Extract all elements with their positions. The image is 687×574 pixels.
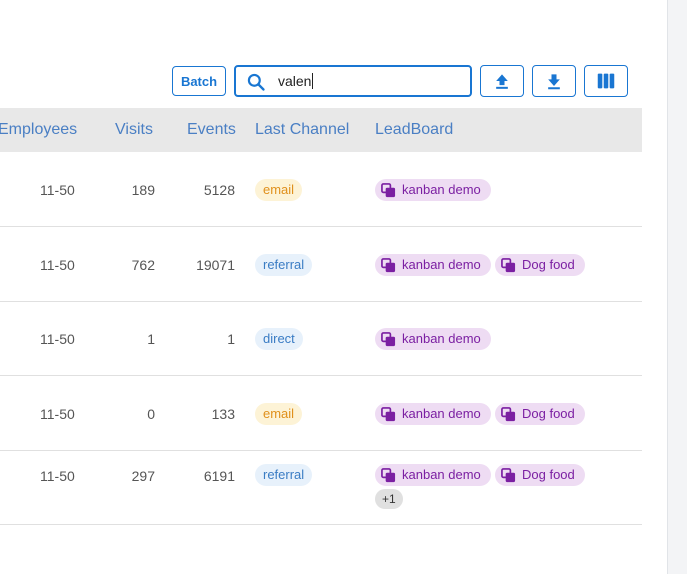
leadboard-chip[interactable]: Dog food [495, 254, 585, 276]
cell-events: 133 [211, 406, 235, 422]
channel-badge: referral [255, 254, 313, 276]
search-input[interactable]: valen [234, 65, 472, 97]
table-row[interactable]: 11-50 762 19071 referral kanban demo Dog food [0, 227, 642, 302]
batch-button[interactable]: Batch [172, 66, 226, 96]
table-header: Employees Visits Events Last Channel Lea… [0, 108, 642, 152]
channel-badge: email [255, 179, 303, 201]
cell-visits: 0 [147, 406, 155, 422]
cell-visits: 1 [147, 331, 155, 347]
cell-employees: 11-50 [40, 331, 75, 347]
columns-icon [597, 73, 615, 89]
board-copy-icon [381, 257, 396, 272]
download-button[interactable] [532, 65, 576, 97]
header-visits[interactable]: Visits [115, 121, 153, 139]
table-row[interactable]: 11-50 0 133 email kanban demo Dog food [0, 376, 642, 451]
board-copy-icon [381, 182, 396, 197]
text-caret [312, 73, 314, 89]
leadboard-chip[interactable]: kanban demo [375, 179, 491, 201]
cell-visits: 189 [131, 182, 155, 198]
cell-employees: 11-50 [40, 468, 75, 484]
table-row[interactable]: 11-50 297 6191 referral kanban demo Dog food +… [0, 451, 642, 525]
header-employees[interactable]: Employees [0, 121, 77, 139]
leadboard-chip[interactable]: Dog food [495, 464, 585, 486]
cell-events: 1 [227, 331, 235, 347]
leadboard-chip[interactable]: kanban demo [375, 464, 491, 486]
board-copy-icon [501, 257, 516, 272]
leadboard-chip-label: kanban demo [402, 331, 481, 346]
leadboard-chip-label: kanban demo [402, 257, 481, 272]
search-icon [247, 73, 265, 91]
leadboard-chip-label: kanban demo [402, 406, 481, 421]
header-leadboard[interactable]: LeadBoard [375, 121, 453, 139]
upload-icon [496, 74, 508, 89]
table-row[interactable]: 11-50 189 5128 email kanban demo [0, 152, 642, 227]
leadboard-chip-label: Dog food [522, 467, 575, 482]
upload-button[interactable] [480, 65, 524, 97]
cell-events: 5128 [203, 182, 235, 198]
board-copy-icon [501, 406, 516, 421]
cell-visits: 297 [131, 468, 155, 484]
board-copy-icon [381, 331, 396, 346]
leadboard-chip[interactable]: kanban demo [375, 328, 491, 350]
leadboard-chip-label: Dog food [522, 406, 575, 421]
table-row[interactable]: 11-50 1 1 direct kanban demo [0, 302, 642, 376]
channel-badge: referral [255, 464, 313, 486]
leadboard-chip[interactable]: kanban demo [375, 403, 491, 425]
leadboard-chip[interactable]: Dog food [495, 403, 585, 425]
download-icon [548, 74, 560, 90]
leadboard-chip[interactable]: kanban demo [375, 254, 491, 276]
cell-visits: 762 [131, 257, 155, 273]
leadboard-chip-label: Dog food [522, 257, 575, 272]
cell-events: 6191 [203, 468, 235, 484]
board-copy-icon [381, 406, 396, 421]
cell-employees: 11-50 [40, 182, 75, 198]
cell-employees: 11-50 [40, 257, 75, 273]
header-events[interactable]: Events [187, 121, 236, 139]
channel-badge: email [255, 403, 303, 425]
main-content: Batch valen Employees Visits Events Last… [0, 0, 667, 574]
cell-employees: 11-50 [40, 406, 75, 422]
channel-badge: direct [255, 328, 303, 350]
columns-button[interactable] [584, 65, 628, 97]
board-copy-icon [381, 467, 396, 482]
leadboard-chip-label: kanban demo [402, 467, 481, 482]
leadboard-chip-label: kanban demo [402, 182, 481, 197]
side-panel-edge [667, 0, 687, 574]
search-value: valen [278, 73, 314, 89]
header-last-channel[interactable]: Last Channel [255, 121, 349, 139]
more-boards-badge[interactable]: +1 [375, 489, 403, 509]
cell-events: 19071 [196, 257, 235, 273]
board-copy-icon [501, 467, 516, 482]
table-toolbar: Batch valen [0, 65, 667, 97]
